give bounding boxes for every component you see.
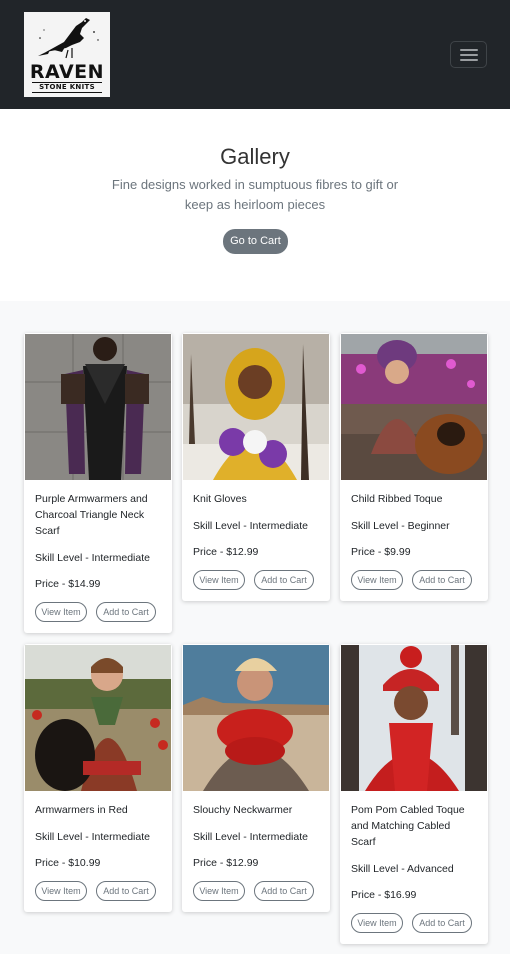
product-price: Price - $14.99 [35,578,101,590]
raven-icon [38,18,99,59]
product-skill-level: Skill Level - Beginner [351,520,450,532]
view-item-button[interactable]: View Item [351,913,403,933]
brand-tagline: STONE KNITS [39,83,95,91]
product-image[interactable] [25,645,171,791]
product-price: Price - $12.99 [193,546,259,558]
product-skill-level: Skill Level - Intermediate [35,552,150,564]
add-to-cart-button[interactable]: Add to Cart [412,570,472,590]
product-image[interactable] [183,334,329,480]
hamburger-icon-line [460,54,478,56]
product-title: Pom Pom Cabled Toque and Matching Cabled… [351,804,465,848]
brand-logo[interactable]: RAVEN STONE KNITS [24,12,110,97]
product-title: Purple Armwarmers and Charcoal Triangle … [35,493,148,537]
hero-lead: Fine designs worked in sumptuous fibres … [111,177,399,212]
add-to-cart-button[interactable]: Add to Cart [96,881,156,901]
product-price: Price - $9.99 [351,546,411,558]
view-item-button[interactable]: View Item [193,881,245,901]
hero-section: Gallery Fine designs worked in sumptuous… [0,109,510,301]
page-title: Gallery [220,144,290,169]
add-to-cart-button[interactable]: Add to Cart [412,913,472,933]
product-title: Child Ribbed Toque [351,493,443,505]
product-skill-level: Skill Level - Intermediate [193,831,308,843]
product-image[interactable] [341,334,487,480]
product-image[interactable] [341,645,487,791]
product-image[interactable] [183,645,329,791]
product-card: Knit Gloves Skill Level - Intermediate P… [182,333,330,601]
product-image[interactable] [25,334,171,480]
menu-toggle-button[interactable] [450,41,487,68]
product-title: Slouchy Neckwarmer [193,804,293,816]
view-item-button[interactable]: View Item [193,570,245,590]
brand-name: RAVEN [29,61,105,83]
product-card: Child Ribbed Toque Skill Level - Beginne… [340,333,488,601]
go-to-cart-button[interactable]: Go to Cart [223,229,288,254]
hamburger-icon [460,49,478,51]
product-price: Price - $16.99 [351,889,417,901]
view-item-button[interactable]: View Item [35,881,87,901]
product-skill-level: Skill Level - Intermediate [193,520,308,532]
product-card: Slouchy Neckwarmer Skill Level - Interme… [182,644,330,912]
product-skill-level: Skill Level - Advanced [351,863,454,875]
product-price: Price - $12.99 [193,857,259,869]
add-to-cart-button[interactable]: Add to Cart [96,602,156,622]
product-card: Purple Armwarmers and Charcoal Triangle … [24,333,172,633]
hamburger-icon-line [460,59,478,61]
brand-rule-bottom [32,92,102,93]
view-item-button[interactable]: View Item [351,570,403,590]
product-card: Armwarmers in Red Skill Level - Intermed… [24,644,172,912]
product-title: Knit Gloves [193,493,247,505]
product-skill-level: Skill Level - Intermediate [35,831,150,843]
add-to-cart-button[interactable]: Add to Cart [254,570,314,590]
product-price: Price - $10.99 [35,857,101,869]
product-card: Pom Pom Cabled Toque and Matching Cabled… [340,644,488,944]
product-title: Armwarmers in Red [35,804,128,816]
view-item-button[interactable]: View Item [35,602,87,622]
add-to-cart-button[interactable]: Add to Cart [254,881,314,901]
navbar: RAVEN STONE KNITS [0,0,510,109]
